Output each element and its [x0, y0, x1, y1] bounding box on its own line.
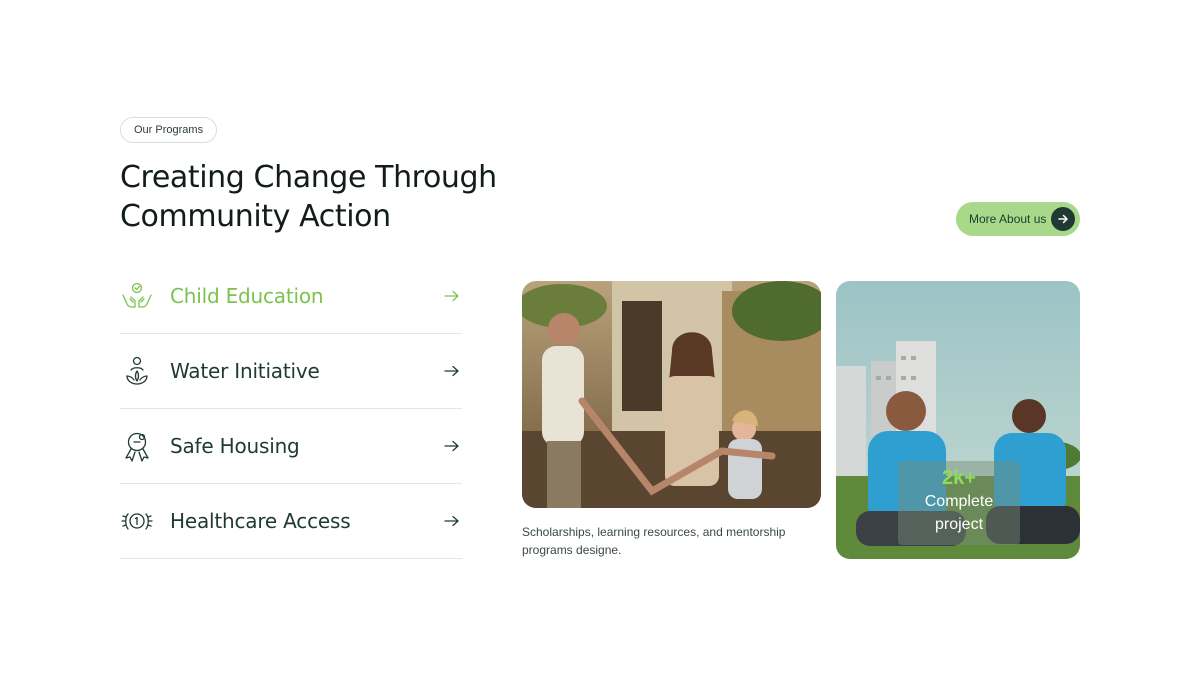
program-label: Water Initiative	[170, 359, 320, 383]
arrow-right-icon	[444, 290, 459, 302]
program-label: Safe Housing	[170, 434, 300, 458]
stat-label-line-2: project	[934, 516, 984, 533]
program-caption: Scholarships, learning resources, and me…	[522, 525, 786, 557]
headline-line-2: Community Action	[120, 199, 391, 234]
stat-value: 2k+	[942, 467, 976, 489]
medal-laurel-icon	[121, 513, 153, 530]
stat-label-line-1: Complete	[924, 493, 994, 510]
arrow-right-icon	[444, 365, 459, 377]
more-about-us-button[interactable]: More About us	[956, 202, 1080, 236]
family-photo	[522, 281, 821, 508]
arrow-right-icon	[444, 515, 459, 527]
program-label: Child Education	[170, 284, 324, 308]
program-item-safe-housing[interactable]: Safe Housing	[120, 409, 462, 484]
arrow-right-icon	[1051, 207, 1075, 231]
more-about-us-label: More About us	[969, 212, 1047, 226]
stat-card: 2k+ Complete project	[898, 461, 1020, 545]
award-ribbon-icon	[125, 432, 149, 462]
section-headline: Creating Change Through Community Action	[120, 158, 540, 236]
section-eyebrow-badge: Our Programs	[120, 117, 218, 143]
headline-line-1: Creating Change Through	[120, 160, 497, 195]
program-item-water-initiative[interactable]: Water Initiative	[120, 334, 462, 409]
arrow-right-icon	[444, 440, 459, 452]
program-list: Child Education Water Initiative Safe Ho…	[120, 259, 462, 559]
program-label: Healthcare Access	[170, 509, 351, 533]
program-item-child-education[interactable]: Child Education	[120, 259, 462, 334]
hands-heart-icon	[122, 282, 152, 308]
program-item-healthcare-access[interactable]: Healthcare Access	[120, 484, 462, 559]
person-lotus-icon	[126, 356, 148, 385]
